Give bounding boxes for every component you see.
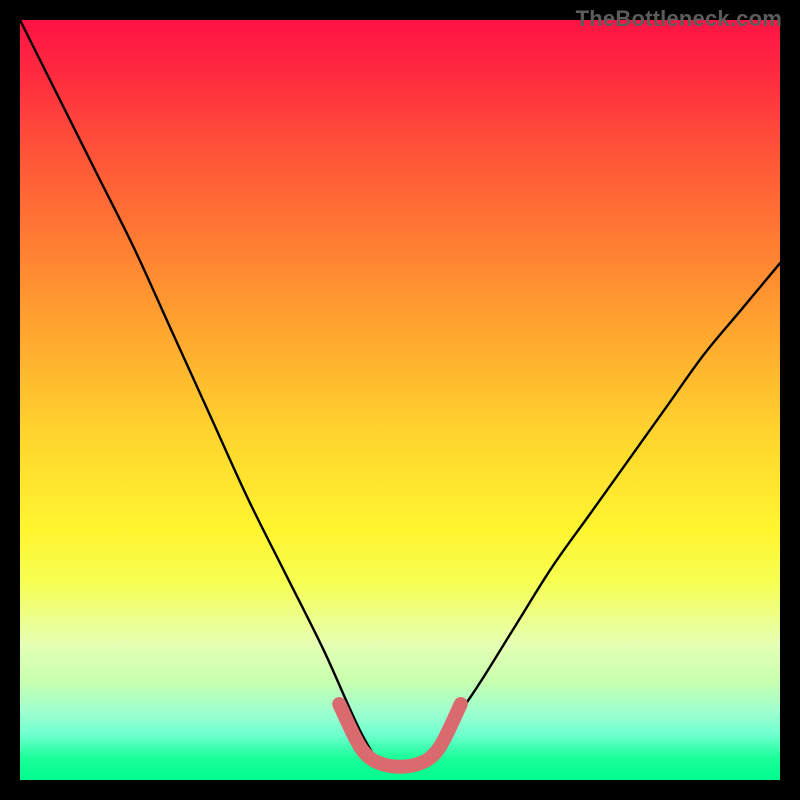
chart-frame: TheBottleneck.com — [0, 0, 800, 800]
bottleneck-curve — [20, 20, 780, 768]
highlight-segment — [339, 704, 461, 767]
watermark-text: TheBottleneck.com — [576, 6, 782, 32]
gradient-plot-area — [20, 20, 780, 780]
chart-svg — [20, 20, 780, 780]
